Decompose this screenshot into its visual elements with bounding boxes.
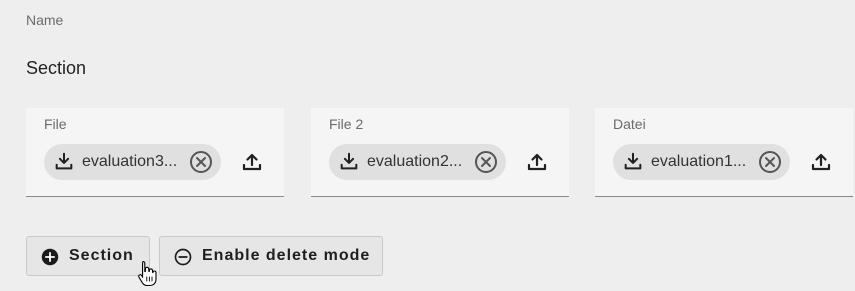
add-section-button[interactable]: Section [26, 236, 150, 276]
upload-icon[interactable] [525, 150, 549, 174]
download-icon[interactable] [622, 151, 644, 173]
section-title: Section [26, 58, 87, 78]
file-chip-filename: evaluation1... [651, 153, 747, 170]
enable-delete-mode-button[interactable]: Enable delete mode [159, 236, 383, 276]
add-section-label: Section [69, 247, 134, 264]
download-icon[interactable] [53, 151, 75, 173]
file-field-1: File evaluation3... [26, 108, 284, 197]
file-field-3: Datei evaluation1... [595, 108, 853, 197]
remove-circle-icon[interactable] [189, 150, 213, 174]
upload-icon[interactable] [809, 150, 833, 174]
file-chip[interactable]: evaluation3... [44, 144, 221, 180]
minus-circle-icon [174, 248, 192, 266]
file-chip[interactable]: evaluation2... [329, 144, 506, 180]
file-field-label: File [44, 116, 67, 132]
file-chip-filename: evaluation2... [367, 153, 463, 170]
enable-delete-mode-label: Enable delete mode [202, 247, 371, 264]
upload-icon[interactable] [240, 150, 264, 174]
name-label: Name [26, 12, 64, 28]
file-chip-filename: evaluation3... [82, 153, 178, 170]
file-chip[interactable]: evaluation1... [613, 144, 790, 180]
hand-pointer-cursor-icon [138, 260, 157, 287]
download-icon[interactable] [338, 151, 360, 173]
add-circle-icon [41, 248, 59, 266]
remove-circle-icon[interactable] [474, 150, 498, 174]
remove-circle-icon[interactable] [758, 150, 782, 174]
file-field-label: File 2 [329, 116, 364, 132]
file-field-label: Datei [613, 116, 646, 132]
file-field-2: File 2 evaluation2... [311, 108, 569, 197]
